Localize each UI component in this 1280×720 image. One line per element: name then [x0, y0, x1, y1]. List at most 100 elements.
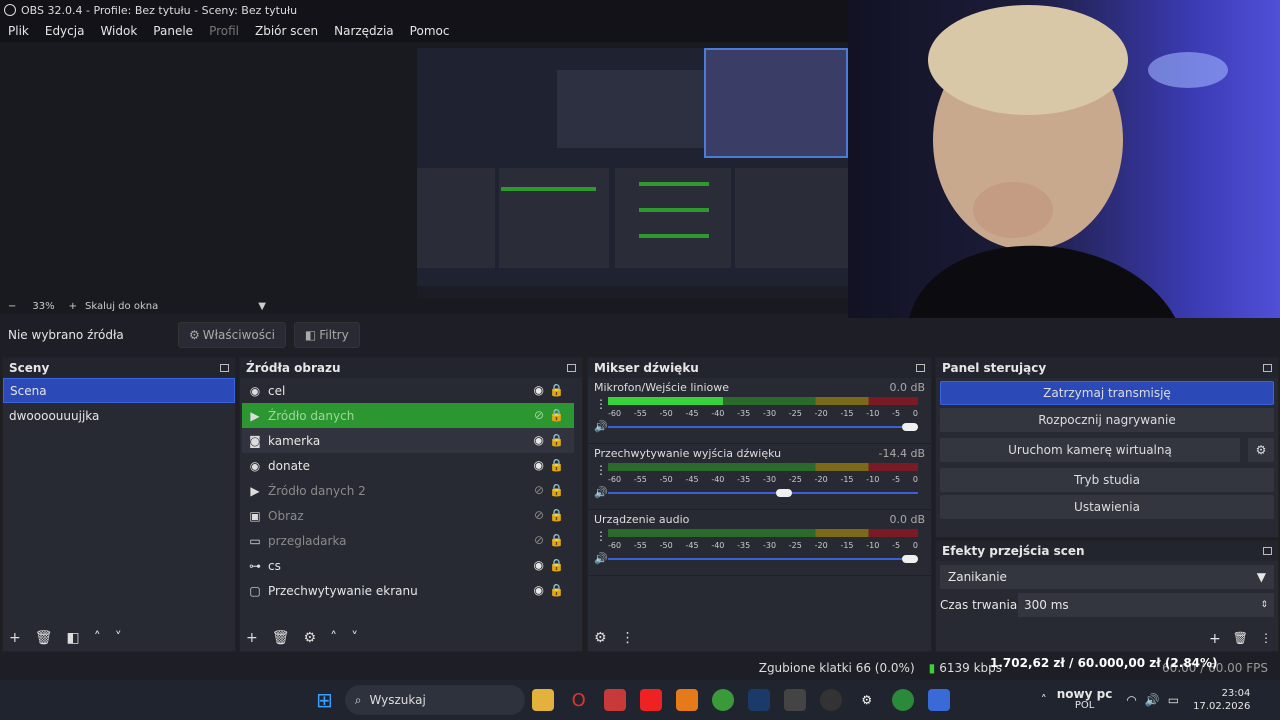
tray-chevron-up-icon[interactable]: ˄: [1041, 693, 1047, 707]
add-icon[interactable]: +: [1209, 631, 1221, 647]
menu-widok[interactable]: Widok: [92, 24, 145, 38]
popout-icon[interactable]: [567, 364, 576, 372]
source-item[interactable]: ⊶ cs ◉ 🔒: [242, 553, 574, 578]
add-icon[interactable]: +: [9, 630, 21, 646]
channel-menu-icon[interactable]: ⋮: [594, 397, 608, 411]
stop-stream-button[interactable]: Zatrzymaj transmisję: [940, 381, 1274, 405]
scene-item[interactable]: dwoooouuujjka: [3, 403, 235, 428]
eye-hidden-icon[interactable]: ⊘: [534, 483, 544, 497]
arrow-down-icon[interactable]: ˅: [115, 630, 122, 646]
eye-hidden-icon[interactable]: ⊘: [534, 533, 544, 547]
virtual-cam-settings-icon[interactable]: ⚙: [1248, 438, 1274, 462]
speaker-icon[interactable]: 🔊: [594, 420, 608, 433]
windows-start-icon[interactable]: ⊞: [316, 688, 333, 712]
source-item[interactable]: ▶ Źródło danych 2 ⊘ 🔒: [242, 478, 574, 503]
lock-icon[interactable]: 🔒: [549, 508, 564, 522]
clock-time[interactable]: 23:04: [1222, 687, 1251, 700]
chrome-icon[interactable]: [711, 689, 734, 711]
eye-icon[interactable]: ◉: [534, 383, 544, 397]
chevron-down-icon[interactable]: ▼: [258, 301, 266, 312]
speaker-icon[interactable]: 🔊: [594, 486, 608, 499]
menu-pomoc[interactable]: Pomoc: [402, 24, 458, 38]
eye-hidden-icon[interactable]: ⊘: [534, 508, 544, 522]
channel-menu-icon[interactable]: ⋮: [594, 463, 608, 477]
scene-item[interactable]: Scena: [3, 378, 235, 403]
transition-select[interactable]: Zanikanie ▼: [940, 565, 1274, 589]
menu-zbior-scen[interactable]: Zbiór scen: [247, 24, 326, 38]
lock-icon[interactable]: 🔒: [549, 558, 564, 572]
start-record-button[interactable]: Rozpocznij nagrywanie: [940, 408, 1274, 432]
gear-icon[interactable]: ⚙: [304, 630, 317, 646]
taskbar-search[interactable]: ⌕ Wyszukaj: [344, 685, 525, 715]
source-item[interactable]: ◉ cel ◉ 🔒: [242, 378, 574, 403]
zoom-mode[interactable]: Skaluj do okna: [85, 301, 158, 312]
arrow-up-icon[interactable]: ˄: [94, 630, 101, 646]
stepper-icon[interactable]: ⇕: [1260, 600, 1268, 610]
popout-icon[interactable]: [1263, 547, 1272, 555]
studio-mode-button[interactable]: Tryb studia: [940, 468, 1274, 492]
file-explorer-icon[interactable]: [531, 689, 554, 711]
properties-button[interactable]: ⚙ Właściwości: [178, 322, 286, 348]
filters-button[interactable]: ◧ Filtry: [293, 322, 360, 348]
lock-icon[interactable]: 🔒: [549, 433, 564, 447]
eye-icon[interactable]: ◉: [534, 558, 544, 572]
volume-knob[interactable]: [775, 488, 792, 497]
eye-icon[interactable]: ◉: [534, 433, 544, 447]
duration-input[interactable]: 300 ms ⇕: [1018, 593, 1274, 617]
clock-date[interactable]: 17.02.2026: [1193, 700, 1250, 713]
popout-icon[interactable]: [1263, 364, 1272, 372]
arrow-up-icon[interactable]: ˄: [330, 630, 337, 646]
lock-icon[interactable]: 🔒: [549, 383, 564, 397]
lock-icon[interactable]: 🔒: [549, 583, 564, 597]
gear-icon[interactable]: ⚙: [594, 630, 607, 646]
menu-plik[interactable]: Plik: [0, 24, 37, 38]
lock-icon[interactable]: 🔒: [549, 483, 564, 497]
menu-dots-icon[interactable]: ⋮: [1260, 631, 1272, 647]
virtual-cam-button[interactable]: Uruchom kamerę wirtualną: [940, 438, 1240, 462]
volume-slider[interactable]: [608, 553, 918, 565]
menu-panele[interactable]: Panele: [145, 24, 201, 38]
source-item[interactable]: ▣ Obraz ⊘ 🔒: [242, 503, 574, 528]
eye-icon[interactable]: ◉: [534, 583, 544, 597]
popout-icon[interactable]: [220, 364, 229, 372]
zoom-out-button[interactable]: −: [8, 301, 16, 312]
tray-news[interactable]: nowy pc: [1057, 688, 1113, 700]
chrome-icon[interactable]: [891, 689, 914, 711]
language-indicator[interactable]: POL: [1075, 700, 1094, 712]
add-icon[interactable]: +: [246, 630, 258, 646]
battery-icon[interactable]: ▭: [1168, 693, 1179, 707]
filter-icon[interactable]: ◧: [67, 630, 80, 646]
volume-slider[interactable]: [608, 421, 918, 433]
source-item[interactable]: ▭ przegladarka ⊘ 🔒: [242, 528, 574, 553]
channel-menu-icon[interactable]: ⋮: [594, 529, 608, 543]
zoom-in-button[interactable]: +: [69, 301, 77, 312]
app-icon[interactable]: [783, 689, 806, 711]
obs-icon[interactable]: [819, 689, 842, 711]
volume-knob[interactable]: [902, 554, 918, 563]
menu-dots-icon[interactable]: ⋮: [621, 630, 635, 646]
source-item[interactable]: ▶ Źródło danych ⊘ 🔒: [242, 403, 574, 428]
lock-icon[interactable]: 🔒: [549, 533, 564, 547]
eye-icon[interactable]: ◉: [534, 458, 544, 472]
volume-knob[interactable]: [902, 422, 918, 431]
trash-icon[interactable]: 🗑: [35, 630, 53, 646]
trash-icon[interactable]: 🗑: [272, 630, 290, 646]
speaker-icon[interactable]: 🔊: [594, 552, 608, 565]
settings-button[interactable]: Ustawienia: [940, 495, 1274, 519]
popout-icon[interactable]: [916, 364, 925, 372]
opera-icon[interactable]: O: [568, 689, 590, 711]
app-icon[interactable]: [927, 689, 950, 711]
wifi-icon[interactable]: ◠: [1126, 693, 1136, 707]
eye-hidden-icon[interactable]: ⊘: [534, 408, 544, 422]
volume-slider[interactable]: [608, 487, 918, 499]
app-icon[interactable]: [675, 689, 698, 711]
menu-narzedzia[interactable]: Narzędzia: [326, 24, 402, 38]
trash-icon[interactable]: 🗑: [1233, 631, 1248, 647]
source-item[interactable]: ◉ donate ◉ 🔒: [242, 453, 574, 478]
settings-icon[interactable]: ⚙: [856, 689, 878, 711]
lock-icon[interactable]: 🔒: [549, 458, 564, 472]
lock-icon[interactable]: 🔒: [549, 408, 564, 422]
source-item[interactable]: ◙ kamerka ◉ 🔒: [242, 428, 574, 453]
volume-icon[interactable]: 🔊: [1145, 693, 1160, 707]
steam-icon[interactable]: [747, 689, 770, 711]
